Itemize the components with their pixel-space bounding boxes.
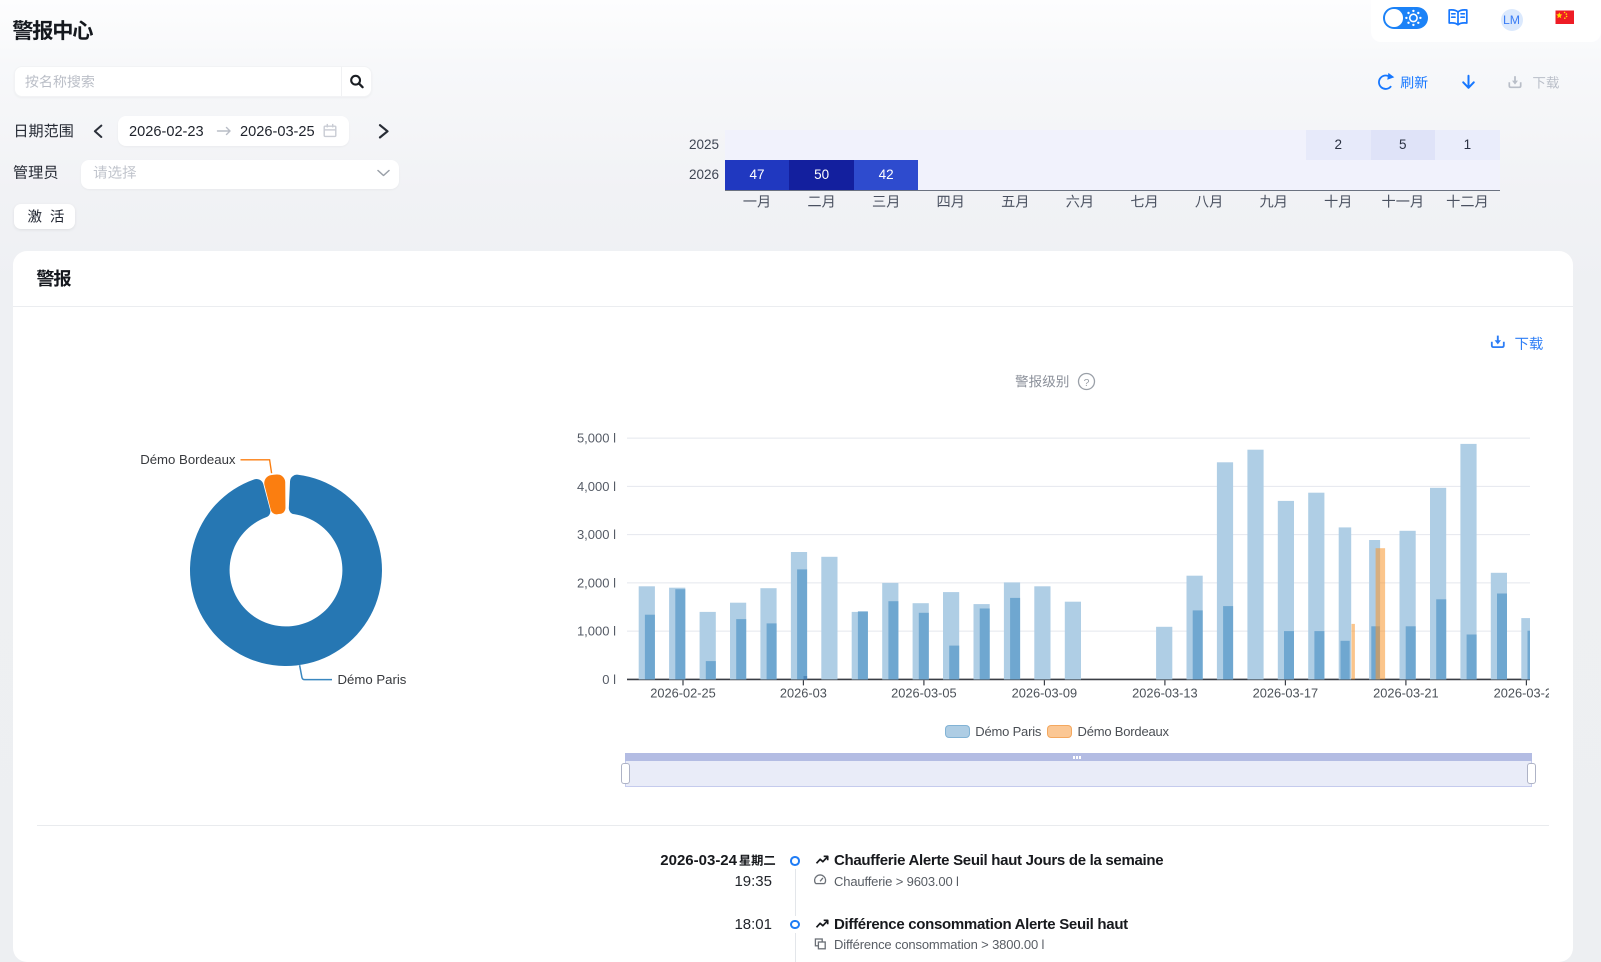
svg-text:1,000 l: 1,000 l bbox=[577, 624, 616, 639]
svg-text:2026-03-13: 2026-03-13 bbox=[1132, 686, 1197, 701]
svg-text:2026-02-25: 2026-02-25 bbox=[650, 686, 715, 701]
svg-text:2026-03-21: 2026-03-21 bbox=[1373, 686, 1438, 701]
svg-text:?: ? bbox=[1084, 377, 1090, 389]
svg-text:2026-03-25: 2026-03-25 bbox=[1494, 686, 1559, 701]
svg-text:4,000 l: 4,000 l bbox=[577, 479, 616, 494]
svg-text:2026-03-05: 2026-03-05 bbox=[891, 686, 956, 701]
svg-text:0 l: 0 l bbox=[602, 672, 616, 687]
svg-text:3,000 l: 3,000 l bbox=[577, 527, 616, 542]
svg-text:2026-03-17: 2026-03-17 bbox=[1253, 686, 1318, 701]
svg-text:2026-03: 2026-03 bbox=[780, 686, 827, 701]
svg-text:2,000 l: 2,000 l bbox=[577, 575, 616, 590]
svg-text:2026-03-09: 2026-03-09 bbox=[1012, 686, 1077, 701]
svg-text:5,000 l: 5,000 l bbox=[577, 431, 616, 446]
